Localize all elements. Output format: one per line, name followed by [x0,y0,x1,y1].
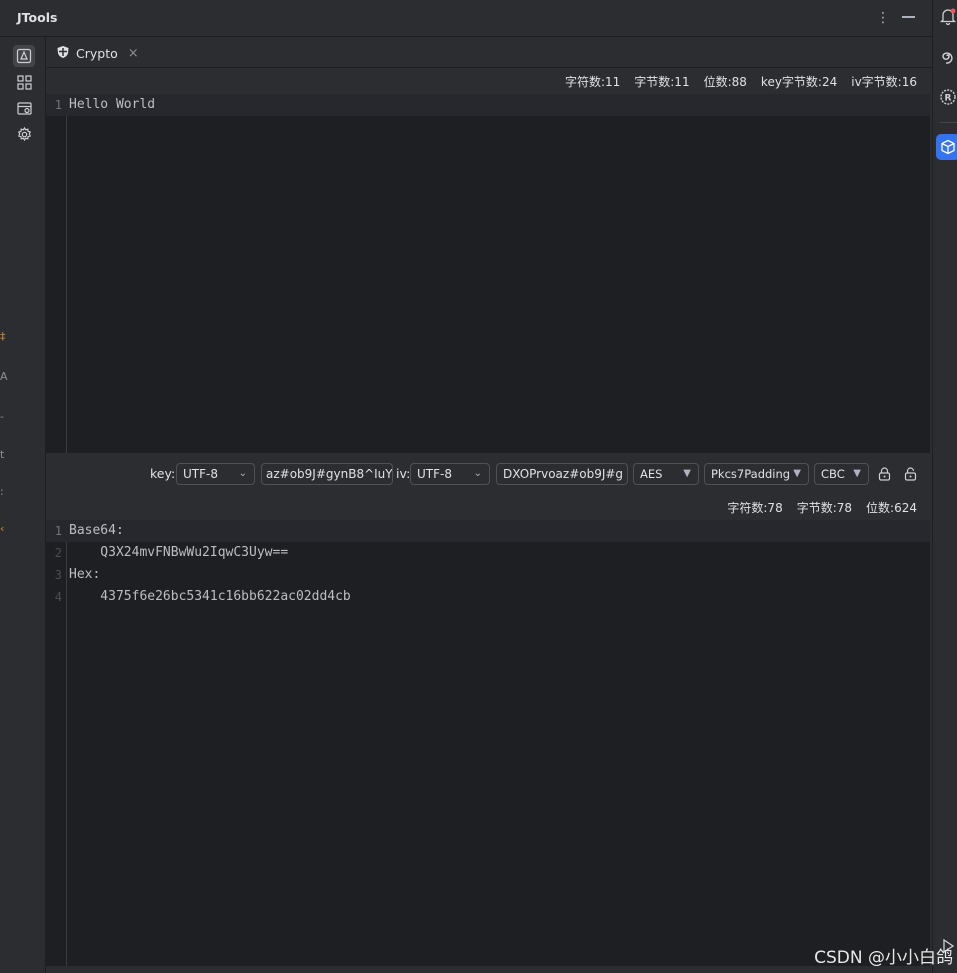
editor-line[interactable]: 1 Hello World [46,94,930,116]
iv-encoding-value: UTF-8 [417,467,452,481]
title-bar [0,0,932,37]
svg-text:R: R [945,94,952,104]
iv-input-value: DXOPrvoaz#ob9J#g [503,467,624,481]
key-input-value: az#ob9J#gynB8^IuY [266,467,393,481]
mode-value: CBC [821,467,845,481]
bit-count: 位数:624 [866,501,917,515]
line-text: Q3X24mvFNBwWu2IqwC3Uyw== [69,545,289,560]
byte-count: 字节数:11 [634,75,690,89]
tab-label: Crypto [76,45,118,61]
unlock-icon[interactable] [901,464,919,484]
shield-icon [56,45,70,62]
line-text: Hello World [69,97,156,112]
bit-count: 位数:88 [703,75,747,89]
output-stats: 字符数:78 字节数:78 位数:624 [727,499,917,516]
line-number: 1 [54,98,62,112]
algorithm-value: AES [640,467,663,481]
line-number: 2 [54,546,62,560]
line-number: 1 [54,524,62,538]
minimize-icon[interactable] [902,16,915,18]
byte-count: 字节数:78 [796,501,853,515]
key-label: key: [150,466,176,481]
editor-line[interactable]: 2 Q3X24mvFNBwWu2IqwC3Uyw== [46,542,930,564]
grid-icon[interactable] [13,71,35,93]
chevron-down-icon: ⌄ [238,468,247,479]
editor-line[interactable]: 3 Hex: [46,564,930,586]
iv-label: iv: [396,466,411,481]
key-byte-count: key字节数:24 [760,75,838,89]
crypto-icon[interactable] [13,45,35,67]
calendar-icon[interactable] [13,97,35,119]
editor-line[interactable]: 4 4375f6e26bc5341c16bb622ac02dd4cb [46,586,930,608]
gear-icon[interactable] [13,123,35,145]
triangle-down-icon: ▼ [683,468,691,479]
key-input[interactable]: az#ob9J#gynB8^IuY [261,463,393,485]
swirl-icon[interactable] [937,45,957,67]
close-icon[interactable]: × [128,46,139,61]
separator [940,122,957,123]
left-edge-fragments: ‡ A - t: ‹ [0,330,8,535]
watermark-text: CSDN @小小白鸽 [814,948,953,968]
char-count: 字符数:11 [564,75,621,89]
tab-bar [46,37,932,68]
mode-select[interactable]: CBC ▼ [814,463,869,485]
line-number: 3 [54,568,62,582]
iv-encoding-select[interactable]: UTF-8 ⌄ [410,463,490,485]
cube-icon[interactable] [936,134,957,160]
line-text: 4375f6e26bc5341c16bb622ac02dd4cb [69,589,351,604]
input-editor[interactable]: 1 Hello World [46,94,930,453]
key-encoding-value: UTF-8 [183,467,218,481]
char-count: 字符数:78 [727,501,783,515]
line-gutter [46,94,67,453]
triangle-down-icon: ▼ [853,468,861,479]
padding-value: Pkcs7Padding [711,467,791,481]
input-stats: 字符数:11 字节数:11 位数:88 key字节数:24 iv字节数:16 [565,73,917,90]
left-tool-strip [0,37,46,973]
lock-icon[interactable] [875,464,893,484]
chevron-down-icon: ⌄ [473,468,482,479]
editor-line[interactable]: 1 Base64: [46,520,930,542]
key-encoding-select[interactable]: UTF-8 ⌄ [176,463,255,485]
iv-byte-count: iv字节数:16 [851,75,917,89]
output-editor[interactable]: 1 Base64: 2 Q3X24mvFNBwWu2IqwC3Uyw== 3 H… [46,520,930,966]
line-text: Base64: [69,523,124,538]
tab-crypto[interactable]: Crypto × [56,42,139,64]
rust-icon[interactable]: R [937,86,957,108]
line-number: 4 [54,590,62,604]
iv-input[interactable]: DXOPrvoaz#ob9J#g [496,463,628,485]
app-title: JTools [17,10,58,25]
line-text: Hex: [69,567,101,582]
padding-select[interactable]: Pkcs7Padding ▼ [704,463,809,485]
bell-icon[interactable] [937,5,957,27]
more-vertical-icon[interactable]: ⋮ [876,9,890,27]
algorithm-select[interactable]: AES ▼ [633,463,699,485]
triangle-down-icon: ▼ [793,468,801,479]
